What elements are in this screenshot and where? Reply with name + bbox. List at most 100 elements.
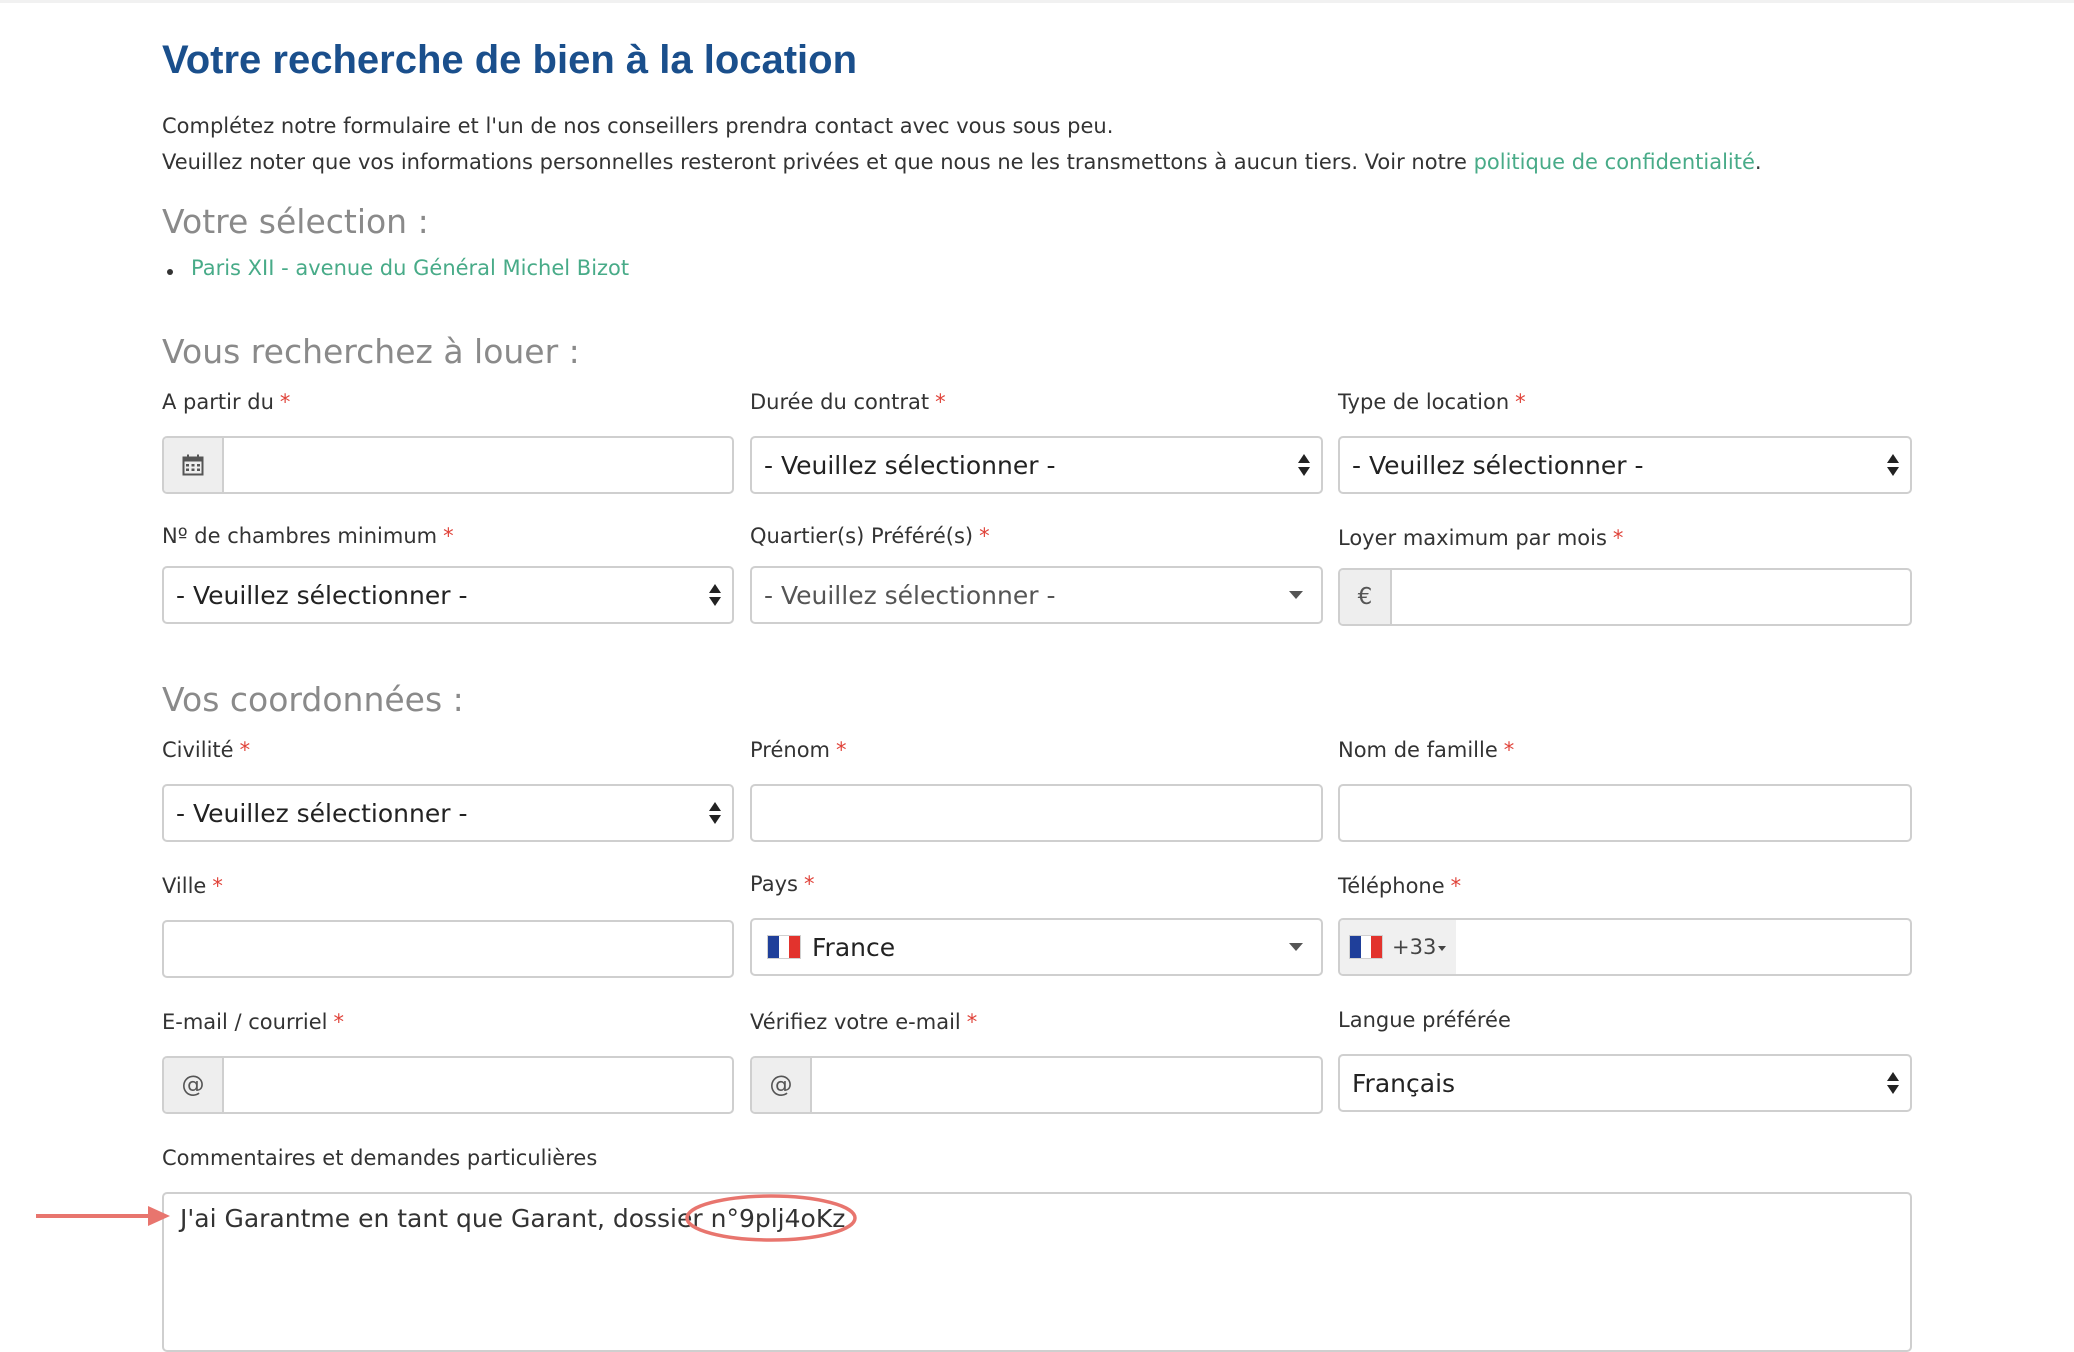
duration-value: - Veuillez sélectionner - [764, 450, 1056, 480]
required-marker: * [1515, 390, 1526, 414]
last-name-field[interactable] [1338, 784, 1912, 842]
required-marker: * [803, 872, 815, 896]
civility-label: Civilité * [162, 738, 250, 762]
start-date-label: A partir du * [162, 390, 290, 414]
selected-property-link[interactable]: Paris XII - avenue du Général Michel Biz… [191, 256, 629, 280]
civility-label-text: Civilité [162, 738, 234, 762]
max-rent-label-text: Loyer maximum par mois [1338, 526, 1607, 550]
email-label: E-mail / courriel * [162, 1010, 344, 1034]
country-label-text: Pays [750, 872, 798, 896]
districts-label-text: Quartier(s) Préféré(s) [750, 524, 974, 548]
email-field[interactable]: @ [162, 1056, 734, 1114]
duration-label: Durée du contrat * [750, 390, 946, 414]
search-heading: Vous recherchez à louer : [162, 332, 580, 371]
at-sign-icon: @ [752, 1058, 812, 1112]
country-value: France [812, 932, 896, 962]
required-marker: * [836, 738, 847, 762]
rental-type-label-text: Type de location [1338, 390, 1510, 414]
districts-select[interactable]: - Veuillez sélectionner - [750, 566, 1323, 624]
districts-value: - Veuillez sélectionner - [764, 580, 1056, 610]
rental-type-value: - Veuillez sélectionner - [1352, 450, 1644, 480]
required-marker: * [966, 1010, 978, 1034]
first-name-field[interactable] [750, 784, 1323, 842]
country-select[interactable]: France [750, 918, 1323, 976]
city-input[interactable] [164, 922, 732, 976]
max-rent-label: Loyer maximum par mois * [1338, 526, 1623, 550]
bedrooms-label: Nº de chambres minimum * [162, 524, 454, 548]
selection-item: Paris XII - avenue du Général Michel Biz… [162, 256, 629, 280]
chevron-down-icon [1289, 943, 1303, 951]
bedrooms-select[interactable]: - Veuillez sélectionner - [162, 566, 734, 624]
form-page: Votre recherche de bien à la location Co… [162, 0, 1912, 1352]
required-marker: * [1503, 738, 1515, 762]
email-input[interactable] [224, 1058, 732, 1112]
email-confirm-label-text: Vérifiez votre e-mail [750, 1010, 961, 1034]
required-marker: * [1612, 526, 1624, 550]
last-name-label-text: Nom de famille [1338, 738, 1498, 762]
city-label: Ville * [162, 874, 223, 898]
email-confirm-field[interactable]: @ [750, 1056, 1323, 1114]
at-sign-icon: @ [164, 1058, 224, 1112]
required-marker: * [333, 1010, 344, 1034]
city-field[interactable] [162, 920, 734, 978]
email-confirm-input[interactable] [812, 1058, 1321, 1112]
start-date-label-text: A partir du [162, 390, 274, 414]
districts-label: Quartier(s) Préféré(s) * [750, 524, 990, 548]
dial-code: +33 [1392, 935, 1437, 959]
first-name-label-text: Prénom [750, 738, 831, 762]
language-label: Langue préférée [1338, 1008, 1511, 1032]
comments-textarea[interactable]: J'ai Garantme en tant que Garant, dossie… [162, 1192, 1912, 1352]
duration-select[interactable]: - Veuillez sélectionner - [750, 436, 1323, 494]
start-date-input[interactable] [224, 438, 732, 492]
rental-type-select[interactable]: - Veuillez sélectionner - [1338, 436, 1912, 494]
phone-label: Téléphone * [1338, 874, 1461, 898]
city-label-text: Ville [162, 874, 207, 898]
phone-label-text: Téléphone [1338, 874, 1445, 898]
language-label-text: Langue préférée [1338, 1008, 1511, 1032]
start-date-field[interactable] [162, 436, 734, 494]
updown-arrows-icon [1887, 454, 1899, 476]
duration-label-text: Durée du contrat [750, 390, 930, 414]
updown-arrows-icon [1887, 1072, 1899, 1094]
required-marker: * [1450, 874, 1462, 898]
email-label-text: E-mail / courriel [162, 1010, 328, 1034]
rental-type-label: Type de location * [1338, 390, 1526, 414]
chevron-down-icon [1438, 945, 1447, 951]
bedrooms-value: - Veuillez sélectionner - [176, 580, 468, 610]
phone-field[interactable]: +33 [1338, 918, 1912, 976]
calendar-icon[interactable] [164, 438, 224, 492]
privacy-policy-link[interactable]: politique de confidentialité [1474, 150, 1755, 174]
required-marker: * [935, 390, 946, 414]
privacy-notice-end: . [1754, 150, 1762, 174]
first-name-label: Prénom * [750, 738, 847, 762]
phone-input[interactable] [1456, 920, 1910, 974]
required-marker: * [239, 738, 251, 762]
page-title: Votre recherche de bien à la location [162, 38, 858, 82]
country-label: Pays * [750, 872, 814, 896]
language-value: Français [1352, 1068, 1456, 1098]
arrow-icon [36, 1206, 170, 1226]
selection-list: Paris XII - avenue du Général Michel Biz… [162, 256, 629, 280]
first-name-input[interactable] [752, 786, 1321, 840]
last-name-label: Nom de famille * [1338, 738, 1514, 762]
privacy-notice-text: Veuillez noter que vos informations pers… [162, 150, 1474, 174]
euro-icon: € [1340, 570, 1392, 624]
max-rent-field[interactable]: € [1338, 568, 1912, 626]
contact-heading: Vos coordonnées : [162, 680, 464, 719]
flag-france-icon [1350, 936, 1383, 958]
phone-country-dropdown[interactable]: +33 [1340, 920, 1456, 974]
bedrooms-label-text: Nº de chambres minimum [162, 524, 438, 548]
civility-value: - Veuillez sélectionner - [176, 798, 468, 828]
intro-text: Complétez notre formulaire et l'un de no… [162, 114, 1114, 138]
civility-select[interactable]: - Veuillez sélectionner - [162, 784, 734, 842]
updown-arrows-icon [709, 802, 721, 824]
required-marker: * [279, 390, 291, 414]
last-name-input[interactable] [1340, 786, 1910, 840]
privacy-notice: Veuillez noter que vos informations pers… [162, 150, 1762, 174]
max-rent-input[interactable] [1392, 570, 1910, 624]
flag-france-icon [768, 936, 801, 958]
chevron-down-icon [1289, 591, 1303, 599]
selection-heading: Votre sélection : [162, 202, 429, 241]
updown-arrows-icon [709, 584, 721, 606]
language-select[interactable]: Français [1338, 1054, 1912, 1112]
